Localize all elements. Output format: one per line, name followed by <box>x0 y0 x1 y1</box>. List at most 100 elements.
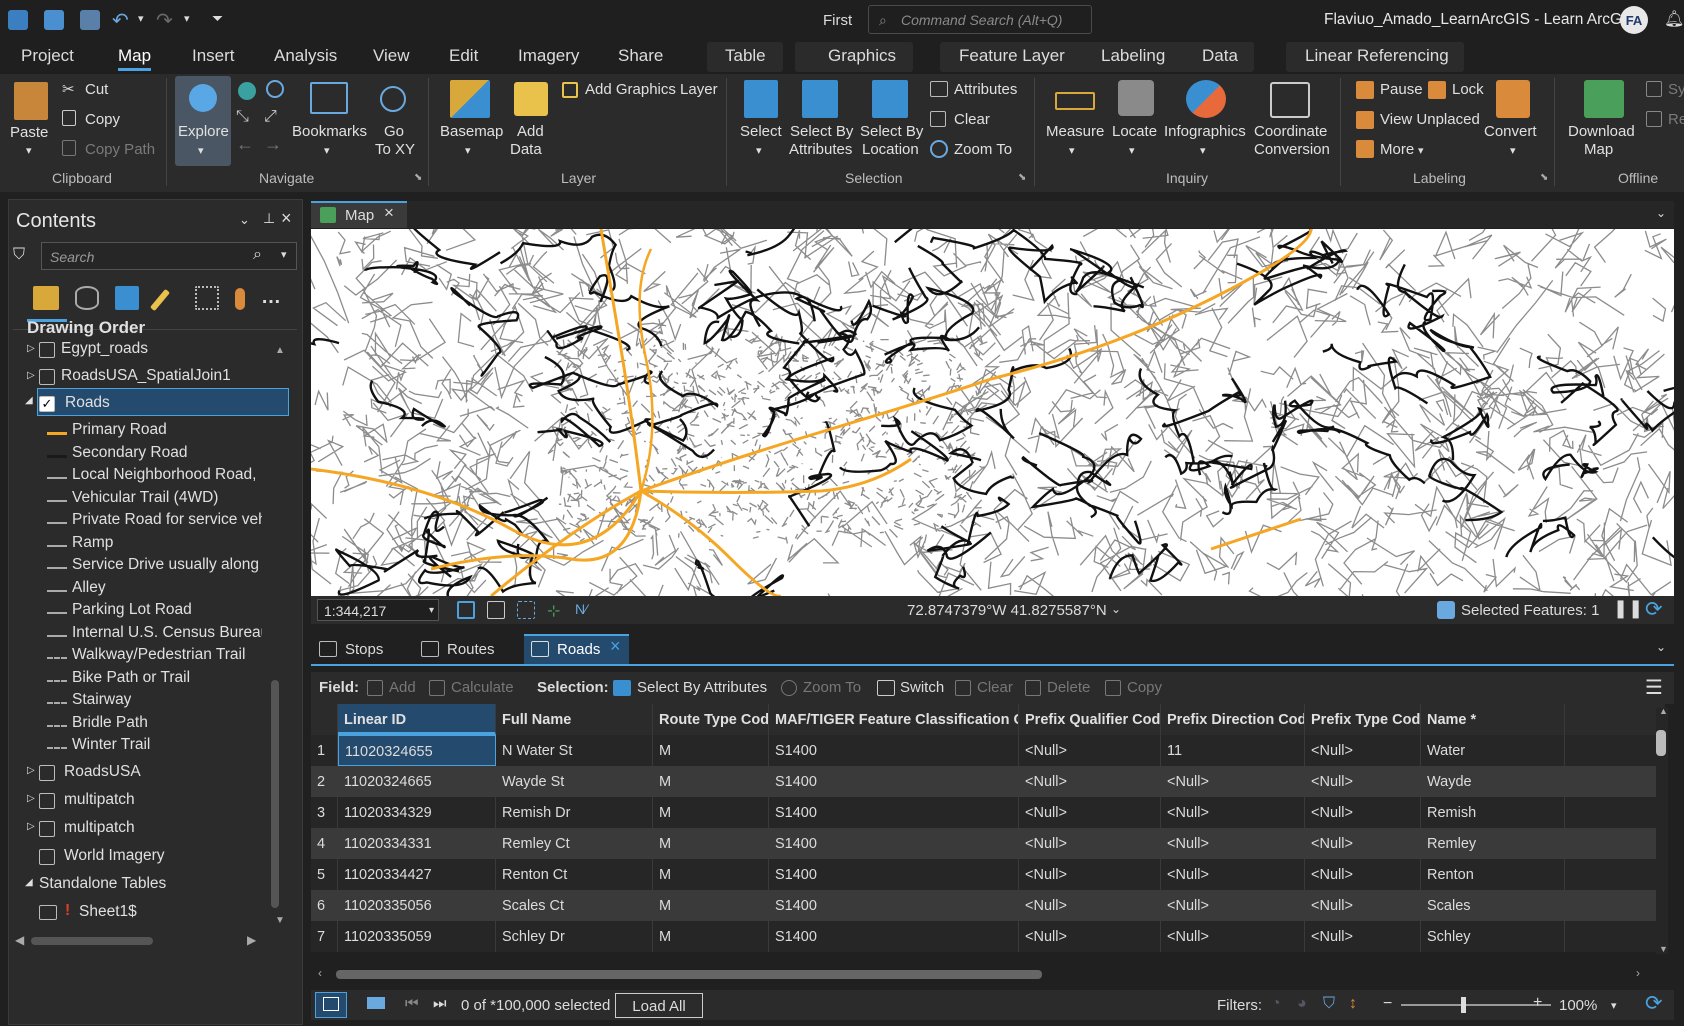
table-row[interactable]: 6 11020335056 Scales Ct M S1400 <Null> <Null> <… <box>311 890 1665 921</box>
table-cell[interactable]: <Null> <box>1019 921 1161 952</box>
clear-table-selection-button[interactable]: Clear <box>977 679 1013 696</box>
tab-view[interactable]: View <box>373 46 410 66</box>
pin-icon[interactable]: ⊥ <box>263 210 275 227</box>
open-project-icon[interactable] <box>44 10 64 30</box>
locate-dropdown-icon[interactable]: ▾ <box>1129 142 1135 160</box>
layer-visibility-checkbox[interactable] <box>39 765 55 781</box>
table-cell[interactable]: Renton <box>1421 859 1565 890</box>
expand-icon[interactable]: ▷ <box>27 793 35 804</box>
table-scroll-right-icon[interactable]: › <box>1636 966 1640 980</box>
table-cell[interactable]: 11020334331 <box>338 828 496 859</box>
table-cell[interactable]: <Null> <box>1305 828 1421 859</box>
view-unplaced-button[interactable]: View Unplaced <box>1380 111 1480 128</box>
download-map-label-2[interactable]: Map <box>1584 141 1613 159</box>
table-cell[interactable]: 11020334329 <box>338 797 496 828</box>
extent-filter-icon[interactable]: ◔ <box>1271 995 1281 1013</box>
select-by-attributes-label-1[interactable]: Select By <box>790 123 853 141</box>
table-scroll-down-icon[interactable]: ▼ <box>1659 944 1668 954</box>
coordinate-conversion-label-2[interactable]: Conversion <box>1254 141 1330 159</box>
explore-dropdown-icon[interactable]: ▾ <box>198 142 204 160</box>
list-by-labeling-icon[interactable] <box>235 288 245 310</box>
paste-dropdown-icon[interactable]: ▾ <box>26 142 32 160</box>
coordinate-conversion-label-1[interactable]: Coordinate <box>1254 123 1327 141</box>
grid-icon[interactable] <box>457 601 475 619</box>
layer-multipatch-2[interactable]: multipatch <box>64 819 135 837</box>
copy-path-button[interactable]: Copy Path <box>85 141 155 158</box>
list-by-drawing-order-icon[interactable] <box>33 286 59 310</box>
select-by-attributes-table-button[interactable]: Select By Attributes <box>637 679 767 696</box>
list-by-data-source-icon[interactable] <box>75 286 99 310</box>
zoom-out-icon[interactable]: − <box>1383 995 1392 1013</box>
add-data-label-2[interactable]: Data <box>510 141 542 159</box>
table-cell[interactable]: Remley Ct <box>496 828 653 859</box>
contents-menu-icon[interactable]: ⌄ <box>239 212 250 228</box>
table-cell[interactable]: Remley <box>1421 828 1565 859</box>
bookmarks-button[interactable]: Bookmarks <box>292 123 367 141</box>
table-cell[interactable]: <Null> <box>1161 766 1305 797</box>
scroll-right-icon[interactable]: ▶ <box>247 933 256 947</box>
table-cell[interactable]: <Null> <box>1305 766 1421 797</box>
tab-graphics[interactable]: Graphics <box>828 46 896 66</box>
layer-visibility-checkbox[interactable] <box>39 369 55 385</box>
table-cell[interactable]: <Null> <box>1019 735 1161 766</box>
legend-item[interactable]: Alley <box>72 579 106 597</box>
table-cell[interactable]: <Null> <box>1019 766 1161 797</box>
search-options-icon[interactable]: ▾ <box>281 248 287 261</box>
download-map-label-1[interactable]: Download <box>1568 123 1635 141</box>
scroll-left-icon[interactable]: ◀ <box>15 933 24 947</box>
tab-map[interactable]: Map <box>118 46 152 71</box>
table-row[interactable]: 2 11020324665 Wayde St M S1400 <Null> <Null> <N… <box>311 766 1665 797</box>
select-button[interactable]: Select <box>740 123 782 141</box>
user-avatar[interactable]: FA <box>1620 6 1648 34</box>
measure-button[interactable]: Measure <box>1046 123 1104 141</box>
time-filter-icon[interactable]: ◕ <box>1297 995 1307 1013</box>
table-cell[interactable]: 11020335056 <box>338 890 496 921</box>
row-number[interactable]: 3 <box>311 797 338 828</box>
more-labeling-button[interactable]: More <box>1380 141 1414 158</box>
show-selected-records-icon[interactable] <box>367 997 385 1009</box>
lock-labels-button[interactable]: Lock <box>1452 81 1484 98</box>
legend-item[interactable]: Secondary Road <box>72 444 187 462</box>
zoom-in-arrows-icon[interactable]: ⤡ <box>236 108 249 126</box>
close-roads-tab-icon[interactable]: × <box>610 636 621 657</box>
copy-table-button[interactable]: Copy <box>1127 679 1162 696</box>
row-number[interactable]: 1 <box>311 735 338 766</box>
table-cell[interactable]: Remish Dr <box>496 797 653 828</box>
table-cell[interactable]: <Null> <box>1161 859 1305 890</box>
selected-features-count[interactable]: Selected Features: 1 <box>1461 602 1599 619</box>
legend-item[interactable]: Private Road for service vehicle <box>72 511 262 529</box>
copy-button[interactable]: Copy <box>85 111 120 128</box>
layer-visibility-checkbox[interactable] <box>39 821 55 837</box>
last-record-icon[interactable]: ⏭ <box>433 995 447 1012</box>
customize-toolbar-icon[interactable]: ⏷ <box>212 10 223 27</box>
table-vertical-scrollbar[interactable] <box>1656 730 1666 756</box>
table-cell[interactable]: S1400 <box>769 890 1019 921</box>
table-cell[interactable]: <Null> <box>1161 828 1305 859</box>
range-filter-icon[interactable]: ↕ <box>1349 995 1357 1013</box>
legend-item[interactable]: Service Drive usually along a lii <box>72 556 262 574</box>
table-cell[interactable]: <Null> <box>1019 890 1161 921</box>
row-number[interactable]: 4 <box>311 828 338 859</box>
tab-feature-layer[interactable]: Feature Layer <box>959 46 1065 66</box>
table-zoom-value[interactable]: 100% <box>1559 997 1597 1014</box>
selection-launcher-icon[interactable]: ⬊ <box>1018 172 1026 183</box>
tab-table[interactable]: Table <box>725 46 766 66</box>
go-to-xy-label-2[interactable]: To XY <box>375 141 415 159</box>
table-zoom-slider[interactable] <box>1401 1004 1551 1006</box>
legend-item[interactable]: Bridle Path <box>72 714 148 732</box>
legend-item[interactable]: Vehicular Trail (4WD) <box>72 489 218 507</box>
column-header[interactable]: Full Name <box>496 704 653 735</box>
column-header[interactable]: Route Type Code <box>653 704 769 735</box>
legend-item[interactable]: Parking Lot Road <box>72 601 192 619</box>
previous-extent-icon[interactable]: ← <box>236 134 254 155</box>
table-tab-list-icon[interactable]: ⌄ <box>1656 640 1666 654</box>
table-scroll-left-icon[interactable]: ‹ <box>318 966 322 980</box>
table-row[interactable]: 1 11020324655 N Water St M S1400 <Null> 11 <Nul… <box>311 735 1665 766</box>
table-cell[interactable]: M <box>653 828 769 859</box>
select-by-location-label-2[interactable]: Location <box>862 141 919 159</box>
bookmarks-dropdown-icon[interactable]: ▾ <box>324 142 330 160</box>
table-cell[interactable]: Schley Dr <box>496 921 653 952</box>
table-cell[interactable]: Renton Ct <box>496 859 653 890</box>
scroll-down-icon[interactable]: ▼ <box>275 915 285 926</box>
save-project-icon[interactable] <box>80 10 100 30</box>
